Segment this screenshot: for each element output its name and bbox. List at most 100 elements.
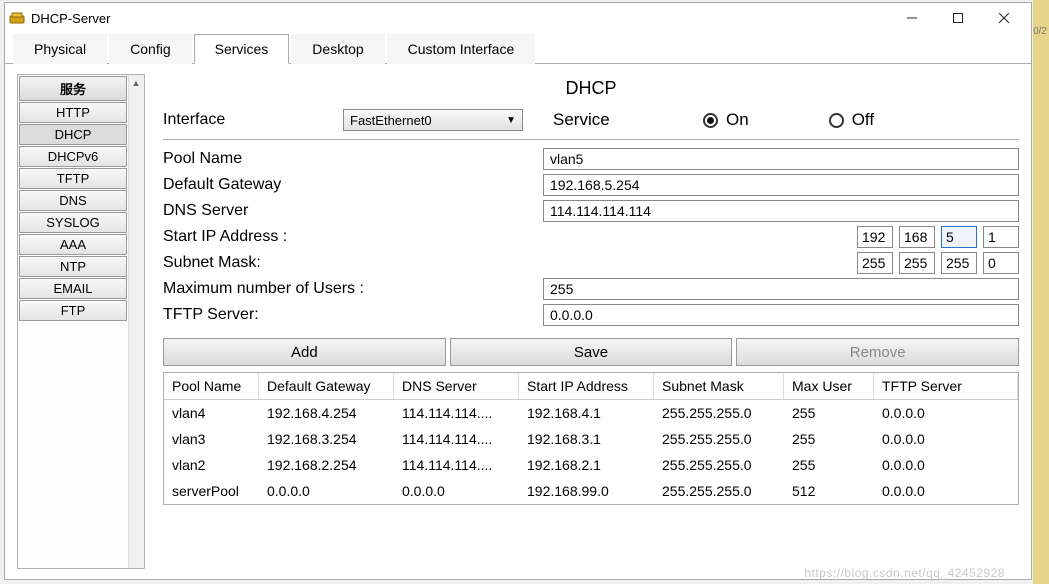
tab-custom-interface[interactable]: Custom Interface	[387, 34, 536, 64]
app-window: DHCP-Server Physical Config Services Des…	[4, 2, 1032, 580]
interface-value: FastEthernet0	[350, 113, 432, 128]
pool-name-input[interactable]	[543, 148, 1019, 170]
service-radio-group: On Off	[703, 110, 874, 130]
sidebar-item-dns[interactable]: DNS	[19, 190, 127, 211]
tab-desktop[interactable]: Desktop	[291, 34, 384, 64]
radio-off-label: Off	[852, 110, 874, 130]
tftp-input[interactable]	[543, 304, 1019, 326]
table-cell: 255.255.255.0	[654, 400, 784, 426]
table-cell: 255	[784, 400, 874, 426]
start-ip-octet-2[interactable]	[899, 226, 935, 248]
titlebar: DHCP-Server	[5, 3, 1031, 33]
tab-config[interactable]: Config	[109, 34, 191, 64]
th-dns[interactable]: DNS Server	[394, 373, 519, 399]
table-row[interactable]: vlan2192.168.2.254114.114.114....192.168…	[164, 452, 1018, 478]
radio-dot-icon	[707, 117, 714, 124]
dns-label: DNS Server	[163, 202, 543, 220]
main-panel: DHCP Interface FastEthernet0 ▼ Service O…	[163, 74, 1019, 569]
sidebar-item-email[interactable]: EMAIL	[19, 278, 127, 299]
right-edge-decoration	[1033, 0, 1049, 584]
th-start-ip[interactable]: Start IP Address	[519, 373, 654, 399]
table-header: Pool Name Default Gateway DNS Server Sta…	[164, 373, 1018, 400]
dns-input[interactable]	[543, 200, 1019, 222]
sidebar-item-syslog[interactable]: SYSLOG	[19, 212, 127, 233]
table-cell: vlan3	[164, 426, 259, 452]
table-cell: 192.168.99.0	[519, 478, 654, 504]
services-sidebar: ▲ 服务 HTTP DHCP DHCPv6 TFTP DNS SYSLOG AA…	[17, 74, 145, 569]
start-ip-octet-1[interactable]	[857, 226, 893, 248]
scroll-up-icon[interactable]: ▲	[129, 75, 143, 91]
save-button[interactable]: Save	[450, 338, 733, 366]
start-ip-octet-4[interactable]	[983, 226, 1019, 248]
subnet-group	[857, 252, 1019, 274]
sidebar-item-dhcpv6[interactable]: DHCPv6	[19, 146, 127, 167]
table-cell: 255.255.255.0	[654, 478, 784, 504]
interface-select[interactable]: FastEthernet0 ▼	[343, 109, 523, 131]
sidebar-scrollbar[interactable]: ▲	[128, 75, 144, 568]
remove-button[interactable]: Remove	[736, 338, 1019, 366]
maximize-button[interactable]	[935, 4, 981, 32]
sidebar-item-http[interactable]: HTTP	[19, 102, 127, 123]
table-row[interactable]: serverPool0.0.0.00.0.0.0192.168.99.0255.…	[164, 478, 1018, 504]
interface-label: Interface	[163, 111, 333, 129]
start-ip-octet-3[interactable]	[941, 226, 977, 248]
interface-row: Interface FastEthernet0 ▼ Service On Off	[163, 109, 1019, 137]
table-row[interactable]: vlan3192.168.3.254114.114.114....192.168…	[164, 426, 1018, 452]
sidebar-item-tftp[interactable]: TFTP	[19, 168, 127, 189]
table-cell: 0.0.0.0	[874, 400, 1018, 426]
sidebar-item-ntp[interactable]: NTP	[19, 256, 127, 277]
table-cell: vlan4	[164, 400, 259, 426]
table-cell: 0.0.0.0	[874, 426, 1018, 452]
max-users-label: Maximum number of Users :	[163, 280, 543, 298]
th-subnet[interactable]: Subnet Mask	[654, 373, 784, 399]
radio-off[interactable]: Off	[829, 110, 874, 130]
table-cell: 255.255.255.0	[654, 426, 784, 452]
subnet-octet-2[interactable]	[899, 252, 935, 274]
window-controls	[889, 4, 1027, 32]
pool-name-label: Pool Name	[163, 150, 543, 168]
max-users-input[interactable]	[543, 278, 1019, 300]
th-gateway[interactable]: Default Gateway	[259, 373, 394, 399]
table-cell: 114.114.114....	[394, 426, 519, 452]
th-tftp[interactable]: TFTP Server	[874, 373, 1018, 399]
right-edge-text: 0/2	[1033, 26, 1047, 38]
action-buttons: Add Save Remove	[163, 338, 1019, 366]
table-cell: 192.168.2.254	[259, 452, 394, 478]
sidebar-header: 服务	[19, 76, 127, 101]
watermark: https://blog.csdn.net/qq_42452928	[804, 566, 1005, 580]
add-button[interactable]: Add	[163, 338, 446, 366]
subnet-octet-1[interactable]	[857, 252, 893, 274]
subnet-octet-4[interactable]	[983, 252, 1019, 274]
close-button[interactable]	[981, 4, 1027, 32]
chevron-down-icon: ▼	[506, 115, 516, 126]
gateway-label: Default Gateway	[163, 176, 543, 194]
main-tabs: Physical Config Services Desktop Custom …	[5, 33, 1031, 64]
radio-off-circle	[829, 113, 844, 128]
tab-services[interactable]: Services	[194, 34, 290, 64]
th-pool-name[interactable]: Pool Name	[164, 373, 259, 399]
table-cell: 192.168.2.1	[519, 452, 654, 478]
sidebar-item-ftp[interactable]: FTP	[19, 300, 127, 321]
th-max-user[interactable]: Max User	[784, 373, 874, 399]
table-row[interactable]: vlan4192.168.4.254114.114.114....192.168…	[164, 400, 1018, 426]
table-cell: 0.0.0.0	[874, 452, 1018, 478]
start-ip-group	[857, 226, 1019, 248]
sidebar-item-dhcp[interactable]: DHCP	[19, 124, 127, 145]
subnet-label: Subnet Mask:	[163, 254, 543, 272]
sidebar-item-aaa[interactable]: AAA	[19, 234, 127, 255]
table-cell: 255.255.255.0	[654, 452, 784, 478]
start-ip-label: Start IP Address :	[163, 228, 543, 246]
table-cell: 0.0.0.0	[874, 478, 1018, 504]
tab-physical[interactable]: Physical	[13, 34, 107, 64]
minimize-button[interactable]	[889, 4, 935, 32]
gateway-input[interactable]	[543, 174, 1019, 196]
radio-on-circle	[703, 113, 718, 128]
separator	[163, 139, 1019, 140]
table-cell: 0.0.0.0	[259, 478, 394, 504]
pool-table: Pool Name Default Gateway DNS Server Sta…	[163, 372, 1019, 505]
table-cell: 192.168.4.1	[519, 400, 654, 426]
table-cell: 512	[784, 478, 874, 504]
subnet-octet-3[interactable]	[941, 252, 977, 274]
radio-on[interactable]: On	[703, 110, 749, 130]
radio-on-label: On	[726, 110, 749, 130]
